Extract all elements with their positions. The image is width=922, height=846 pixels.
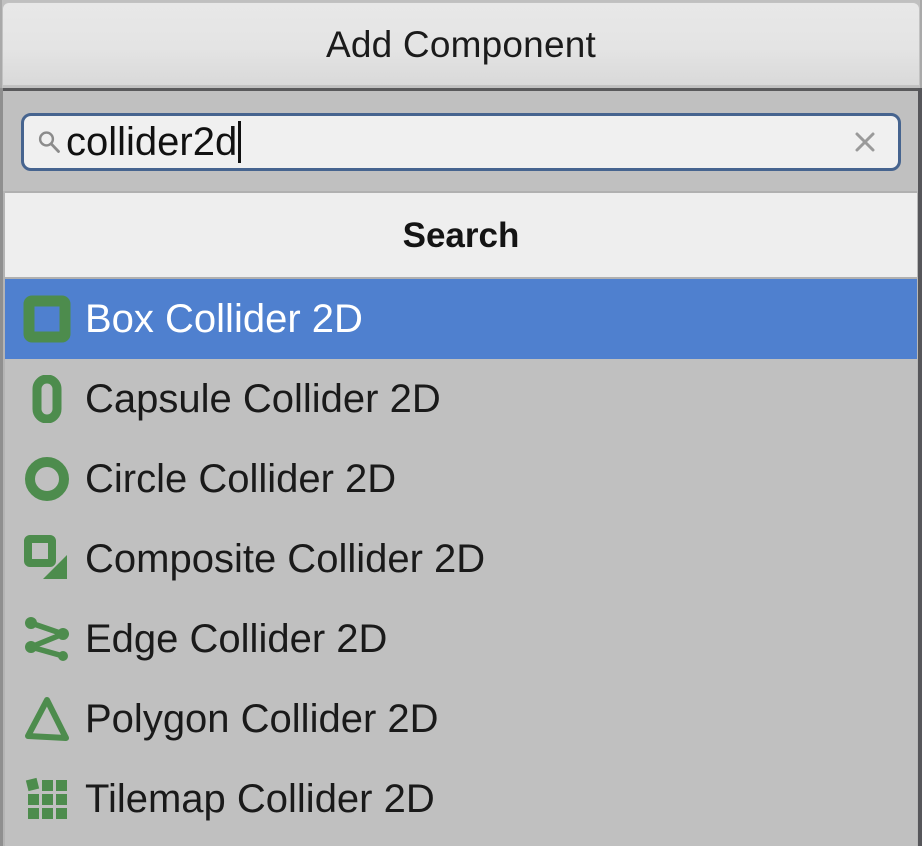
circle-collider-2d-icon	[19, 451, 75, 507]
composite-collider-2d-icon	[19, 531, 75, 587]
list-item[interactable]: Polygon Collider 2D	[5, 679, 917, 759]
window-edge-left	[0, 88, 3, 846]
window-edge-right	[918, 88, 922, 846]
list-item-label: Capsule Collider 2D	[85, 377, 441, 421]
clear-search-button[interactable]	[846, 123, 884, 161]
search-icon	[36, 129, 62, 155]
search-results-panel: Search Box Collider 2D Capsule Collider …	[3, 191, 919, 846]
add-component-popup: Add Component collider2d Search Box Coll…	[0, 0, 922, 846]
page-title: Add Component	[325, 23, 596, 65]
component-list: Box Collider 2D Capsule Collider 2D Circ…	[5, 279, 917, 839]
list-item-label: Circle Collider 2D	[85, 457, 397, 501]
list-item[interactable]: Edge Collider 2D	[5, 599, 917, 679]
list-item[interactable]: Composite Collider 2D	[5, 519, 917, 599]
polygon-collider-2d-icon	[19, 691, 75, 747]
list-item-label: Box Collider 2D	[85, 297, 363, 341]
tilemap-collider-2d-icon	[19, 771, 75, 827]
results-group-header: Search	[5, 191, 917, 279]
box-collider-2d-icon	[19, 291, 75, 347]
results-group-label: Search	[402, 215, 520, 255]
edge-collider-2d-icon	[19, 611, 75, 667]
capsule-collider-2d-icon	[19, 371, 75, 427]
list-item-label: Edge Collider 2D	[85, 617, 388, 661]
search-bar-area: collider2d	[3, 91, 919, 191]
search-input[interactable]: collider2d	[21, 113, 901, 171]
list-item-label: Polygon Collider 2D	[85, 697, 439, 741]
list-item-label: Composite Collider 2D	[85, 537, 486, 581]
search-input-value: collider2d	[66, 121, 238, 163]
popup-titlebar: Add Component	[2, 2, 920, 86]
text-caret	[238, 121, 242, 163]
list-item[interactable]: Tilemap Collider 2D	[5, 759, 917, 839]
list-item-label: Tilemap Collider 2D	[85, 777, 435, 821]
list-item[interactable]: Capsule Collider 2D	[5, 359, 917, 439]
search-text-wrap: collider2d	[66, 121, 846, 163]
list-item[interactable]: Box Collider 2D	[5, 279, 917, 359]
list-item[interactable]: Circle Collider 2D	[5, 439, 917, 519]
